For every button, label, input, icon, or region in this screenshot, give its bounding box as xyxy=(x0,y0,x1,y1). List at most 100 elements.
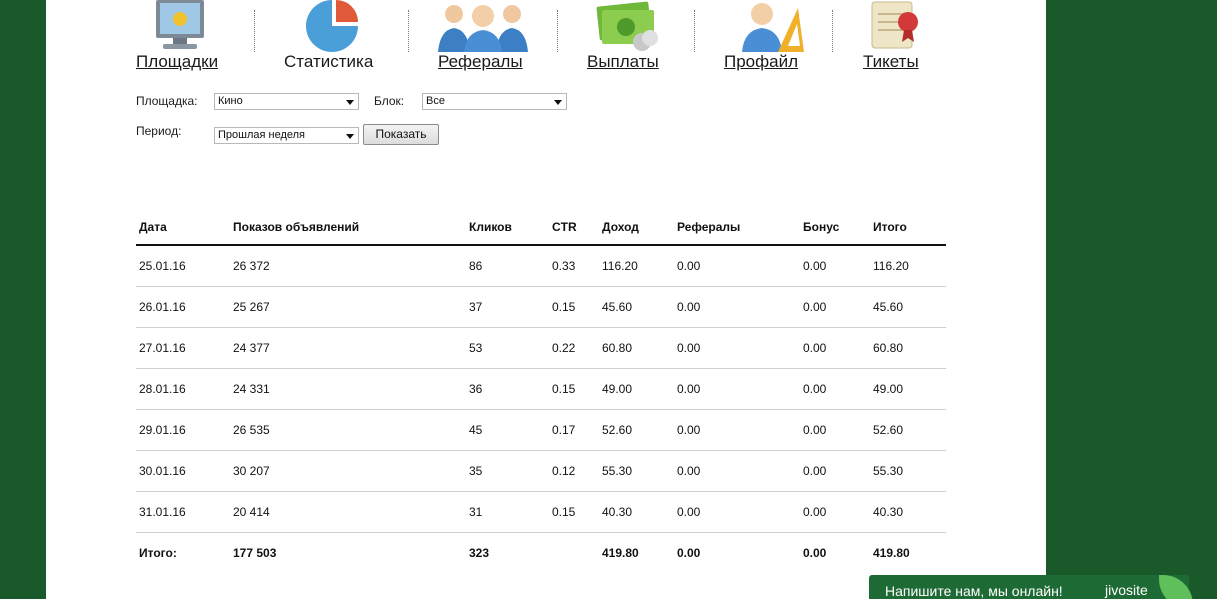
site-select[interactable]: Кино xyxy=(214,93,359,110)
chat-widget-text: Напишите нам, мы онлайн! xyxy=(885,583,1063,599)
chevron-down-icon xyxy=(346,134,354,139)
cell-date: 28.01.16 xyxy=(139,382,186,396)
table-row: 27.01.16 24 377 53 0.22 60.80 0.00 0.00 … xyxy=(136,328,946,369)
cell-impressions: 20 414 xyxy=(233,505,270,519)
table-row: 26.01.16 25 267 37 0.15 45.60 0.00 0.00 … xyxy=(136,287,946,328)
cell-date: 26.01.16 xyxy=(139,300,186,314)
header-date: Дата xyxy=(139,220,167,234)
leaf-icon xyxy=(1159,575,1193,599)
nav-label-payouts[interactable]: Выплаты xyxy=(587,52,659,72)
total-label: Итого: xyxy=(139,546,177,560)
total-income: 419.80 xyxy=(602,546,639,560)
table-row: 29.01.16 26 535 45 0.17 52.60 0.00 0.00 … xyxy=(136,410,946,451)
cell-income: 60.80 xyxy=(602,341,633,355)
cell-clicks: 45 xyxy=(469,423,483,437)
table-total-row: Итого: 177 503 323 419.80 0.00 0.00 419.… xyxy=(136,533,946,574)
total-impressions: 177 503 xyxy=(233,546,277,560)
nav-label-sites[interactable]: Площадки xyxy=(136,52,218,72)
cell-referrals: 0.00 xyxy=(677,382,701,396)
site-label: Площадка: xyxy=(136,94,198,108)
table-row: 31.01.16 20 414 31 0.15 40.30 0.00 0.00 … xyxy=(136,492,946,533)
cell-impressions: 24 377 xyxy=(233,341,270,355)
cell-clicks: 31 xyxy=(469,505,483,519)
cell-total: 60.80 xyxy=(873,341,904,355)
cell-total: 116.20 xyxy=(873,259,909,273)
pie-chart-icon xyxy=(306,0,358,52)
cell-bonus: 0.00 xyxy=(803,505,827,519)
cell-ctr: 0.17 xyxy=(552,423,576,437)
cell-ctr: 0.22 xyxy=(552,341,576,355)
cell-ctr: 0.33 xyxy=(552,259,576,273)
cell-clicks: 37 xyxy=(469,300,483,314)
site-select-value: Кино xyxy=(218,95,243,107)
people-group-icon xyxy=(438,5,528,52)
nav-divider xyxy=(557,10,558,52)
cell-bonus: 0.00 xyxy=(803,423,827,437)
cell-date: 25.01.16 xyxy=(139,259,186,273)
period-select[interactable]: Прошлая неделя xyxy=(214,127,359,144)
cell-income: 52.60 xyxy=(602,423,633,437)
cell-clicks: 53 xyxy=(469,341,483,355)
user-ruler-icon xyxy=(742,3,804,52)
cell-date: 30.01.16 xyxy=(139,464,186,478)
total-referrals: 0.00 xyxy=(677,546,701,560)
block-select-value: Все xyxy=(426,95,445,107)
nav-label-stats: Статистика xyxy=(284,52,374,71)
cell-clicks: 36 xyxy=(469,382,483,396)
block-select[interactable]: Все xyxy=(422,93,567,110)
cell-income: 55.30 xyxy=(602,464,633,478)
cell-referrals: 0.00 xyxy=(677,341,701,355)
cell-impressions: 26 535 xyxy=(233,423,270,437)
cell-total: 40.30 xyxy=(873,505,904,519)
header-income: Доход xyxy=(602,220,639,234)
cell-clicks: 35 xyxy=(469,464,483,478)
stats-table: Дата Показов объявлений Кликов CTR Доход… xyxy=(136,210,946,574)
cell-clicks: 86 xyxy=(469,259,483,273)
chevron-down-icon xyxy=(554,100,562,105)
header-impressions: Показов объявлений xyxy=(233,220,360,234)
period-select-value: Прошлая неделя xyxy=(218,129,306,141)
nav-divider xyxy=(408,10,409,52)
main-panel: Площадки Статистика Рефералы Выплаты Про… xyxy=(46,0,1046,599)
total-bonus: 0.00 xyxy=(803,546,827,560)
header-clicks: Кликов xyxy=(469,220,512,234)
nav-divider xyxy=(254,10,255,52)
table-row: 28.01.16 24 331 36 0.15 49.00 0.00 0.00 … xyxy=(136,369,946,410)
cell-income: 116.20 xyxy=(602,259,638,273)
cell-income: 49.00 xyxy=(602,382,633,396)
sealed-scroll-icon xyxy=(871,1,918,49)
cell-total: 45.60 xyxy=(873,300,904,314)
header-ctr: CTR xyxy=(552,220,577,234)
cell-ctr: 0.15 xyxy=(552,505,576,519)
cell-ctr: 0.12 xyxy=(552,464,576,478)
cell-total: 49.00 xyxy=(873,382,904,396)
header-total: Итого xyxy=(873,220,907,234)
cell-bonus: 0.00 xyxy=(803,382,827,396)
nav-label-tickets[interactable]: Тикеты xyxy=(863,52,919,72)
nav-label-referrals[interactable]: Рефералы xyxy=(438,52,523,72)
cell-impressions: 24 331 xyxy=(233,382,270,396)
cell-impressions: 25 267 xyxy=(233,300,270,314)
monitor-icon xyxy=(156,0,204,49)
table-header-row: Дата Показов объявлений Кликов CTR Доход… xyxy=(136,210,946,246)
nav-divider xyxy=(832,10,833,52)
chat-brand-logo: jivosite xyxy=(1105,582,1148,598)
show-button[interactable]: Показать xyxy=(363,124,439,145)
cell-bonus: 0.00 xyxy=(803,341,827,355)
cell-date: 29.01.16 xyxy=(139,423,186,437)
cell-date: 31.01.16 xyxy=(139,505,186,519)
cell-total: 55.30 xyxy=(873,464,904,478)
cell-referrals: 0.00 xyxy=(677,423,701,437)
period-label: Период: xyxy=(136,124,182,138)
cell-referrals: 0.00 xyxy=(677,259,701,273)
cell-date: 27.01.16 xyxy=(139,341,186,355)
nav-label-profile[interactable]: Профайл xyxy=(724,52,798,72)
top-nav: Площадки Статистика Рефералы Выплаты Про… xyxy=(46,0,1046,80)
cell-total: 52.60 xyxy=(873,423,904,437)
cell-bonus: 0.00 xyxy=(803,300,827,314)
cell-referrals: 0.00 xyxy=(677,464,701,478)
cell-bonus: 0.00 xyxy=(803,259,827,273)
block-label: Блок: xyxy=(374,94,405,108)
chat-widget[interactable]: Напишите нам, мы онлайн! jivosite xyxy=(869,575,1193,599)
cell-bonus: 0.00 xyxy=(803,464,827,478)
